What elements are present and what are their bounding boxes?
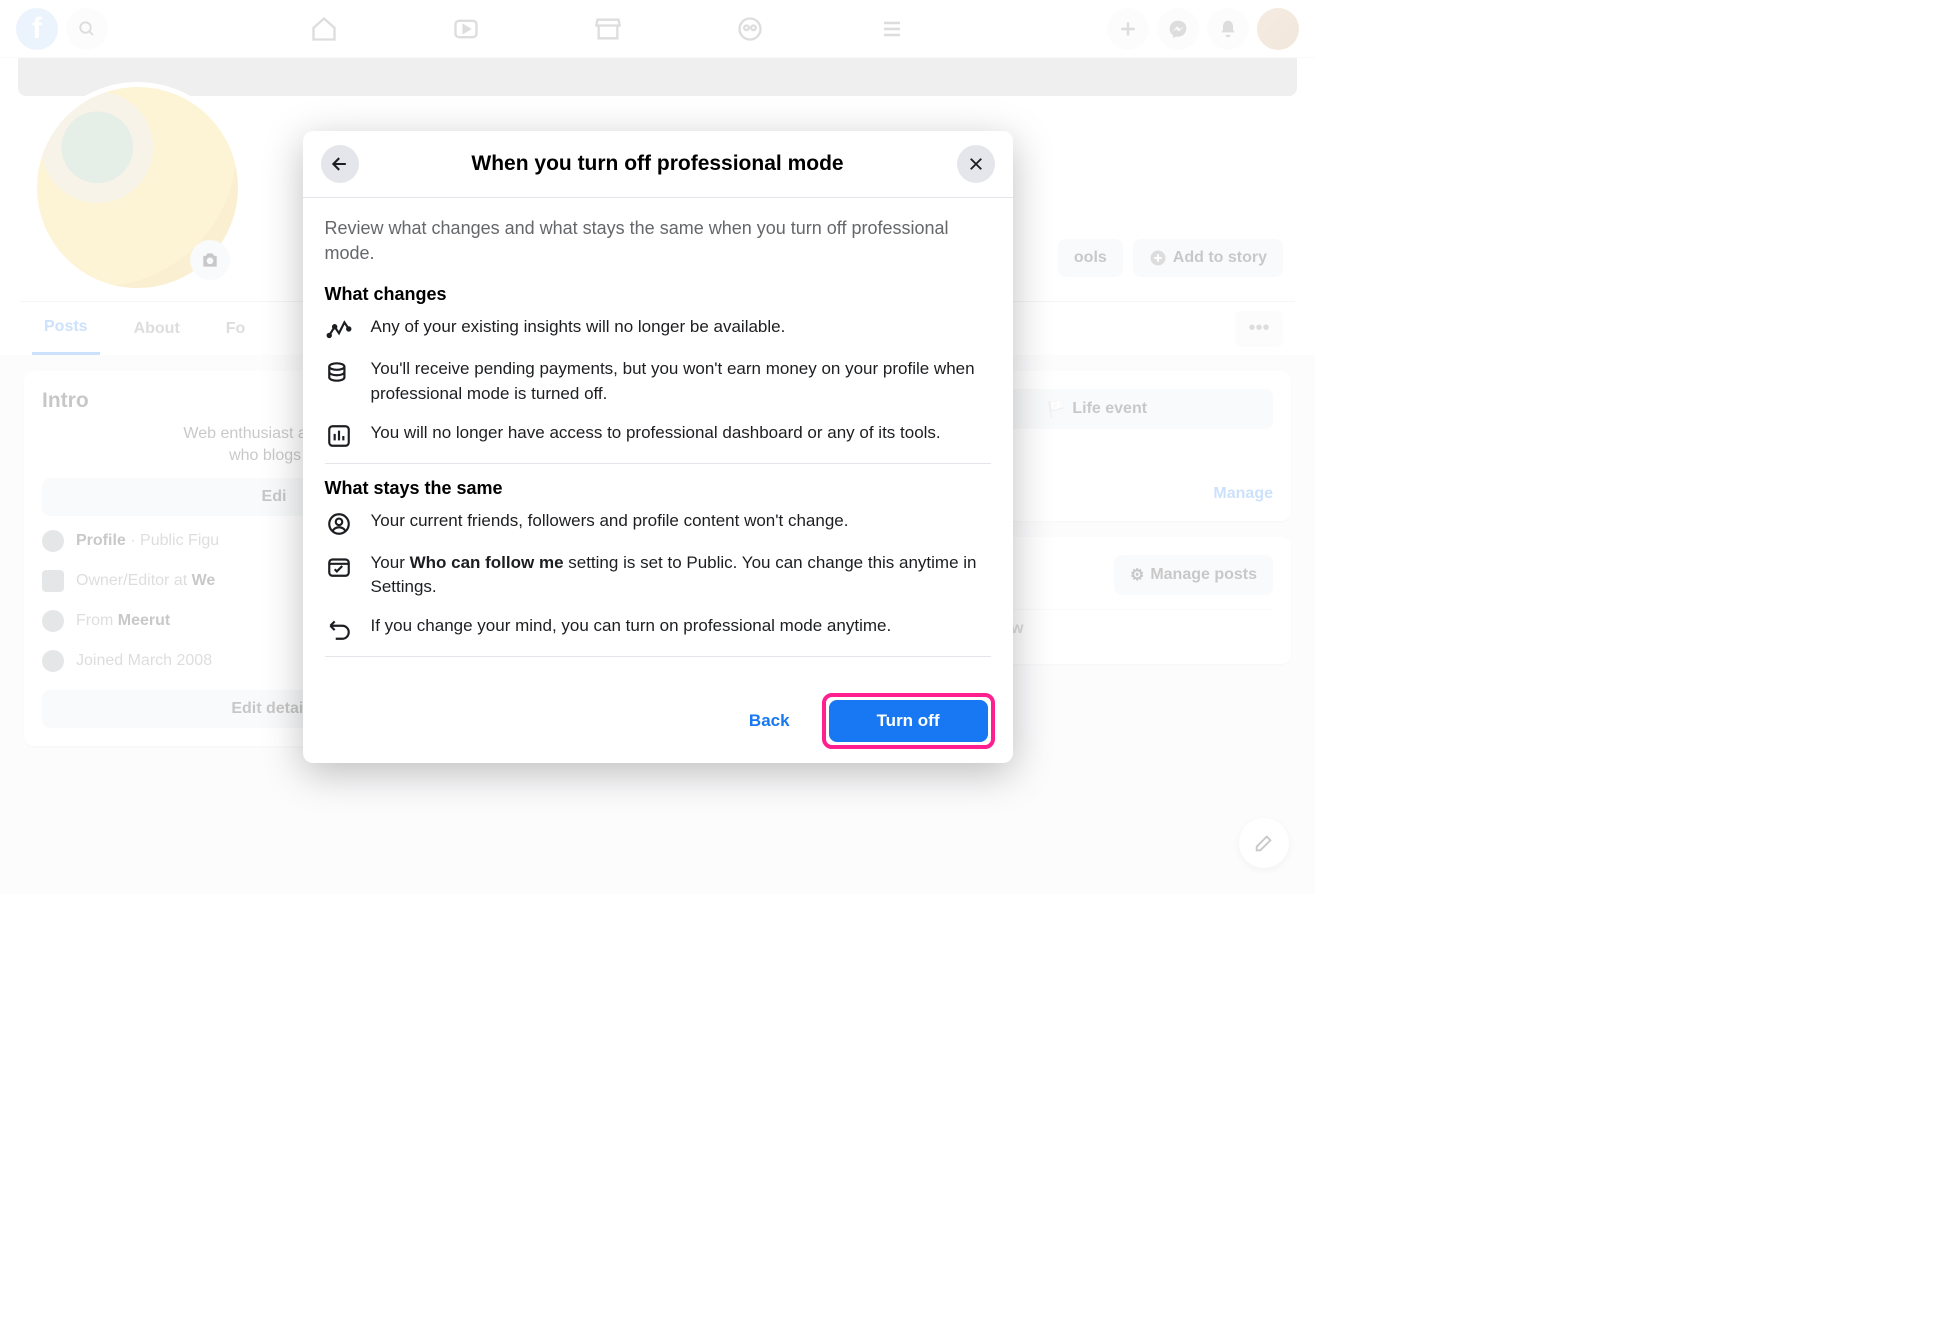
insights-icon: [325, 315, 353, 343]
modal-overlay: When you turn off professional mode Revi…: [0, 0, 1315, 894]
turn-off-highlight: Turn off: [822, 693, 995, 749]
same-revert: If you change your mind, you can turn on…: [325, 614, 991, 642]
modal-title: When you turn off professional mode: [373, 152, 943, 176]
change-payments: You'll receive pending payments, but you…: [325, 357, 991, 406]
change-insights: Any of your existing insights will no lo…: [325, 315, 991, 343]
undo-icon: [325, 614, 353, 642]
change-dashboard: You will no longer have access to profes…: [325, 421, 991, 449]
settings-box-icon: [325, 551, 353, 600]
coins-icon: [325, 357, 353, 406]
same-follow-setting: Your Who can follow me setting is set to…: [325, 551, 991, 600]
back-link-button[interactable]: Back: [727, 701, 812, 741]
user-icon: [325, 509, 353, 537]
turn-off-button[interactable]: Turn off: [829, 700, 988, 742]
same-friends: Your current friends, followers and prof…: [325, 509, 991, 537]
same-heading: What stays the same: [325, 478, 991, 499]
back-button[interactable]: [321, 145, 359, 183]
modal-subtitle: Review what changes and what stays the s…: [325, 216, 991, 266]
dashboard-icon: [325, 421, 353, 449]
close-button[interactable]: [957, 145, 995, 183]
professional-mode-modal: When you turn off professional mode Revi…: [303, 131, 1013, 763]
changes-heading: What changes: [325, 284, 991, 305]
